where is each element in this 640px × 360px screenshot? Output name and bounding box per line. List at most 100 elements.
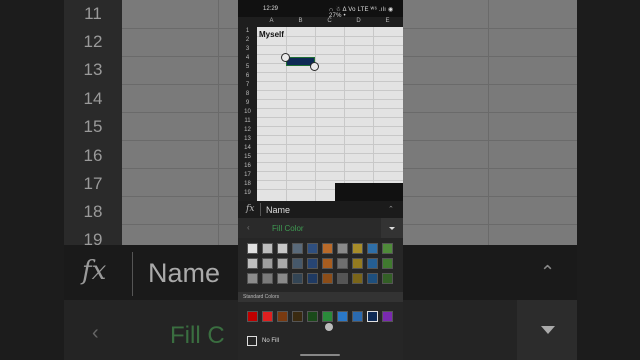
row-header[interactable]: 6 (238, 73, 257, 79)
bg-back-icon: ‹ (92, 322, 99, 344)
standard-color-swatch[interactable] (382, 311, 393, 322)
no-fill-label[interactable]: No Fill (262, 338, 279, 344)
bg-fx-icon: fx (82, 256, 107, 286)
theme-color-swatch[interactable] (277, 258, 288, 269)
phone-screen: 12:29 ∩ ☃ Δ Vo LTE ᵂ⁶ .ılı ◉ 27% • A B C… (238, 0, 403, 360)
row-header[interactable]: 17 (238, 172, 257, 178)
theme-color-swatch[interactable] (337, 243, 348, 254)
home-indicator[interactable] (300, 354, 340, 356)
theme-color-swatch[interactable] (382, 243, 393, 254)
bg-row-number: 11 (84, 4, 102, 23)
standard-color-swatch[interactable] (262, 311, 273, 322)
row-header[interactable]: 2 (238, 37, 257, 43)
select-all-corner[interactable] (238, 17, 257, 27)
grid-line (257, 144, 403, 145)
theme-color-swatch[interactable] (382, 273, 393, 284)
theme-color-swatch[interactable] (292, 273, 303, 284)
theme-color-swatch[interactable] (352, 243, 363, 254)
row-header[interactable]: 7 (238, 82, 257, 88)
standard-color-swatch[interactable] (307, 311, 318, 322)
standard-color-swatch[interactable] (367, 311, 378, 322)
bg-grid-line (488, 0, 489, 245)
bg-formula-value: Name (148, 258, 221, 288)
bg-row-number: 15 (83, 117, 103, 136)
theme-color-swatch[interactable] (367, 243, 378, 254)
status-time: 12:29 (263, 6, 279, 12)
row-header[interactable]: 8 (238, 91, 257, 97)
column-header[interactable]: D (344, 18, 373, 24)
standard-colors-header: Standard Colors (238, 292, 403, 302)
column-header[interactable]: C (315, 18, 344, 24)
theme-color-swatch[interactable] (337, 258, 348, 269)
standard-color-swatch[interactable] (352, 311, 363, 322)
row-header[interactable]: 14 (238, 145, 257, 151)
column-header[interactable]: A (257, 18, 286, 24)
theme-color-swatch[interactable] (262, 258, 273, 269)
theme-color-swatch[interactable] (307, 258, 318, 269)
bg-grid-line (218, 0, 219, 245)
row-header[interactable]: 9 (238, 100, 257, 106)
selection-handle-bottom-right[interactable] (310, 62, 319, 71)
theme-color-swatch[interactable] (382, 258, 393, 269)
column-header[interactable]: E (373, 18, 402, 24)
row-header[interactable]: 13 (238, 136, 257, 142)
grid-line (257, 81, 403, 82)
theme-color-swatch[interactable] (277, 243, 288, 254)
theme-color-swatch[interactable] (352, 258, 363, 269)
theme-color-swatch[interactable] (247, 258, 258, 269)
formula-input[interactable]: Name (266, 205, 290, 215)
grid-line (257, 180, 403, 181)
row-header[interactable]: 3 (238, 46, 257, 52)
row-header[interactable]: 11 (238, 118, 257, 124)
row-header[interactable]: 18 (238, 181, 257, 187)
standard-color-swatch[interactable] (247, 311, 258, 322)
back-arrow-icon[interactable]: ‹ (247, 223, 250, 232)
theme-color-swatch[interactable] (262, 273, 273, 284)
standard-color-swatch[interactable] (277, 311, 288, 322)
bg-caret-down-icon (541, 326, 555, 334)
theme-color-swatch[interactable] (322, 273, 333, 284)
standard-color-swatch[interactable] (322, 311, 333, 322)
selection-handle-top-left[interactable] (281, 53, 290, 62)
standard-colors-label: Standard Colors (243, 294, 280, 300)
theme-color-swatch[interactable] (337, 273, 348, 284)
theme-color-swatch[interactable] (352, 273, 363, 284)
column-header[interactable]: B (286, 18, 315, 24)
theme-color-swatch[interactable] (247, 243, 258, 254)
bg-row-number: 18 (83, 202, 103, 221)
bg-row-number: 17 (83, 174, 103, 193)
bg-row-number: 13 (83, 60, 103, 79)
theme-color-swatch[interactable] (322, 243, 333, 254)
grid-line (257, 63, 403, 64)
no-fill-checkbox[interactable] (247, 336, 257, 346)
row-header[interactable]: 10 (238, 109, 257, 115)
row-header[interactable]: 19 (238, 190, 257, 196)
row-header[interactable]: 12 (238, 127, 257, 133)
formula-bar: fx Name ⌃ (238, 201, 403, 218)
theme-color-swatch[interactable] (307, 273, 318, 284)
cell-a1[interactable]: Myself (259, 30, 284, 39)
standard-color-swatch[interactable] (292, 311, 303, 322)
theme-color-swatch[interactable] (292, 258, 303, 269)
spreadsheet-grid[interactable]: Myself (257, 27, 403, 201)
theme-color-swatch[interactable] (367, 258, 378, 269)
chevron-up-icon[interactable]: ⌃ (388, 205, 394, 213)
theme-color-swatch[interactable] (307, 243, 318, 254)
theme-color-swatch[interactable] (262, 243, 273, 254)
column-header-bar: A B C D E (238, 17, 403, 27)
theme-color-swatch[interactable] (292, 243, 303, 254)
row-header[interactable]: 1 (238, 28, 257, 34)
theme-color-swatch[interactable] (277, 273, 288, 284)
row-header[interactable]: 15 (238, 154, 257, 160)
row-header[interactable]: 5 (238, 64, 257, 70)
standard-color-swatch[interactable] (337, 311, 348, 322)
grid-line (257, 135, 403, 136)
row-header[interactable]: 16 (238, 163, 257, 169)
row-header[interactable]: 4 (238, 55, 257, 61)
fx-icon[interactable]: fx (246, 204, 254, 214)
scroll-indicator[interactable] (325, 323, 333, 331)
theme-color-swatch[interactable] (322, 258, 333, 269)
theme-color-swatch[interactable] (247, 273, 258, 284)
grid-line (257, 45, 403, 46)
theme-color-swatch[interactable] (367, 273, 378, 284)
